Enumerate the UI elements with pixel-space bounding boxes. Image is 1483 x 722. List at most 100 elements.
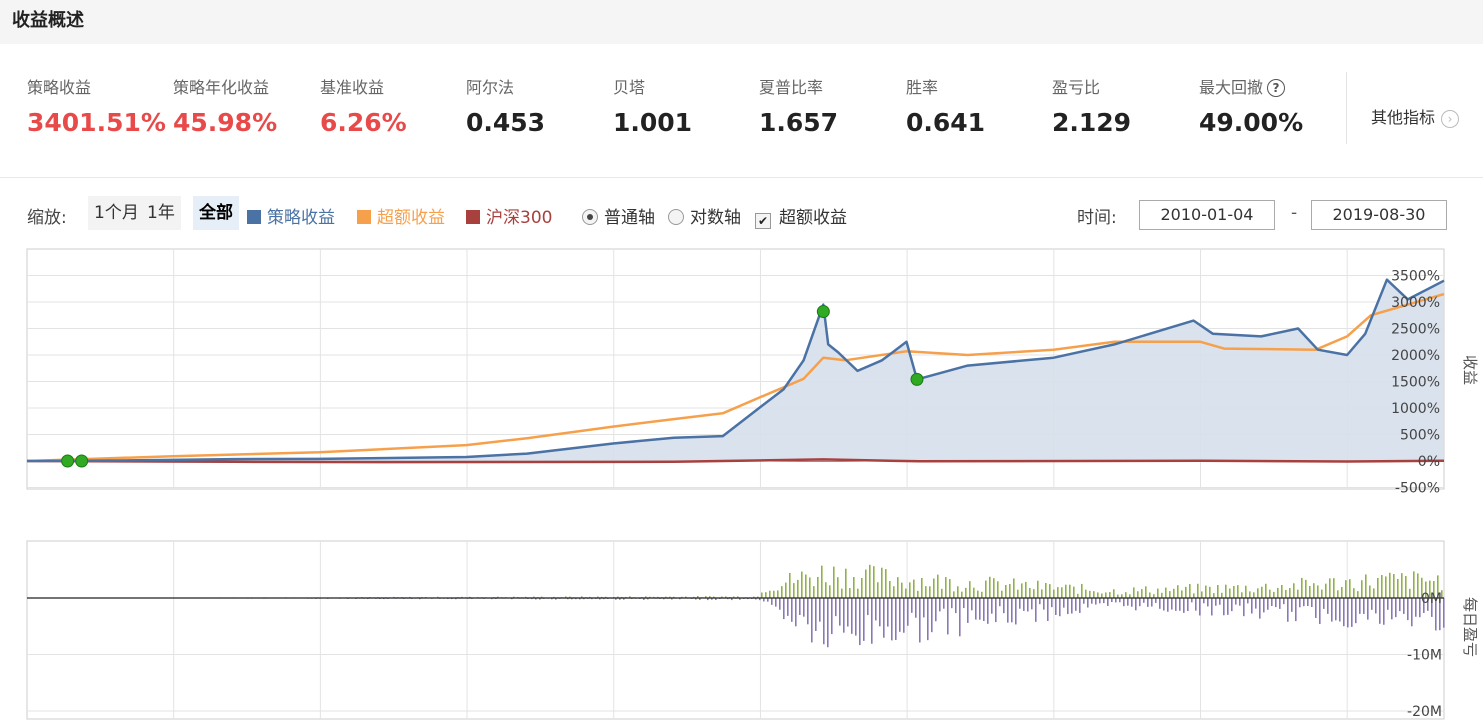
pnl-bar: [1109, 592, 1111, 598]
metric-sharpe: 夏普比率 1.657: [759, 74, 838, 137]
help-icon[interactable]: ?: [1267, 79, 1286, 97]
pnl-bar: [875, 598, 877, 621]
pnl-bar: [1303, 598, 1305, 607]
pnl-bar: [1299, 598, 1301, 608]
metric-label: 阿尔法: [466, 78, 515, 97]
pnl-bar: [1173, 588, 1175, 598]
pnl-bar: [1157, 588, 1159, 598]
pnl-bar: [941, 588, 943, 598]
pnl-bar: [1143, 598, 1145, 603]
pnl-bar: [823, 598, 825, 645]
pnl-bar: [857, 588, 859, 598]
pnl-bar: [959, 598, 961, 637]
legend-strategy-return[interactable]: 策略收益: [247, 203, 335, 228]
pnl-bar: [1155, 598, 1157, 603]
trade-marker[interactable]: [816, 305, 830, 319]
page-title: 收益概述: [12, 10, 84, 31]
pnl-bar: [1389, 572, 1391, 598]
pnl-bar: [1087, 598, 1089, 608]
pnl-bar: [1045, 582, 1047, 598]
pnl-bar: [995, 598, 997, 623]
y-axis-title: 每日盈亏: [1461, 597, 1479, 657]
pnl-bar: [785, 582, 787, 598]
pnl-bar: [1353, 588, 1355, 598]
metric-label: 策略年化收益: [173, 78, 270, 97]
pnl-bar: [949, 579, 951, 598]
y-axis-title: 收益: [1461, 355, 1479, 385]
pnl-bar: [1257, 588, 1259, 598]
pnl-bar: [1151, 598, 1153, 607]
pnl-bar: [1235, 598, 1237, 605]
pnl-bar: [1379, 598, 1381, 624]
pnl-bar: [1191, 598, 1193, 603]
pnl-bar: [1037, 580, 1039, 598]
metric-strategy-return: 策略收益 3401.51%: [27, 74, 166, 137]
pnl-bar: [1049, 584, 1051, 598]
y-tick-label: -20M: [1407, 704, 1442, 720]
zoom-all-button[interactable]: 全部: [193, 196, 239, 230]
header-bar: 收益概述: [0, 0, 1483, 44]
pnl-bar: [1027, 598, 1029, 612]
pnl-bar: [1219, 598, 1221, 605]
zoom-1-year-button[interactable]: 1年: [141, 196, 181, 230]
pnl-bar: [1253, 592, 1255, 598]
pnl-bar: [1019, 598, 1021, 609]
pnl-bar: [1197, 583, 1199, 598]
date-to-input[interactable]: 2019-08-30: [1311, 200, 1447, 230]
trade-marker[interactable]: [910, 372, 924, 386]
pnl-bar: [1333, 578, 1335, 598]
pnl-bar: [1209, 586, 1211, 598]
legend-csi300[interactable]: 沪深300: [466, 203, 552, 228]
radio-checked-icon: [582, 209, 598, 225]
pnl-bar: [1083, 598, 1085, 604]
pnl-bar: [1239, 598, 1241, 606]
pnl-bar: [989, 576, 991, 598]
metric-label: 基准收益: [320, 78, 385, 97]
pnl-bar: [1237, 585, 1239, 598]
linear-axis-radio[interactable]: 普通轴: [582, 203, 655, 228]
pnl-bar: [1225, 584, 1227, 598]
pnl-bar: [1309, 586, 1311, 598]
pnl-bar: [1347, 598, 1349, 628]
y-tick-label: 1500%: [1391, 375, 1440, 391]
pnl-bar: [965, 587, 967, 598]
pnl-bar: [1397, 578, 1399, 598]
pnl-bar: [1393, 574, 1395, 598]
metric-value: 1.657: [759, 108, 839, 137]
pnl-bar: [829, 585, 831, 598]
legend-swatch: [247, 210, 261, 224]
pnl-bar: [1161, 592, 1163, 598]
pnl-bar: [1233, 585, 1235, 598]
pnl-bar: [1073, 586, 1075, 598]
pnl-bar: [1167, 598, 1169, 612]
pnl-bar: [935, 598, 937, 622]
log-axis-radio[interactable]: 对数轴: [668, 203, 741, 228]
pnl-bar: [1251, 598, 1253, 614]
pnl-bar: [963, 598, 965, 609]
trade-marker[interactable]: [75, 454, 89, 468]
more-metrics-button[interactable]: 其他指标 ›: [1371, 104, 1460, 128]
pnl-bar: [1029, 587, 1031, 598]
radio-label: 普通轴: [604, 208, 655, 228]
date-from-input[interactable]: 2010-01-04: [1139, 200, 1275, 230]
checkbox-label: 超额收益: [779, 208, 847, 228]
legend-excess-return[interactable]: 超额收益: [357, 203, 445, 228]
pnl-bar: [1091, 598, 1093, 604]
zoom-1-month-button[interactable]: 1个月: [88, 196, 145, 230]
pnl-bar: [961, 591, 963, 598]
pnl-bar: [789, 572, 791, 598]
pnl-bar: [831, 598, 833, 635]
pnl-bar: [1355, 598, 1357, 624]
pnl-bar: [939, 598, 941, 612]
trade-marker[interactable]: [61, 454, 75, 468]
pnl-bar: [1231, 598, 1233, 612]
pnl-bar: [1405, 576, 1407, 598]
pnl-bar: [1283, 598, 1285, 605]
y-tick-label: 3000%: [1391, 295, 1440, 311]
pnl-bar: [1315, 598, 1317, 618]
pnl-bar: [811, 598, 813, 643]
pnl-bar: [815, 598, 817, 631]
excess-return-checkbox[interactable]: ✔ 超额收益: [755, 203, 847, 229]
pnl-bar: [1207, 598, 1209, 607]
pnl-bar: [1301, 577, 1303, 598]
